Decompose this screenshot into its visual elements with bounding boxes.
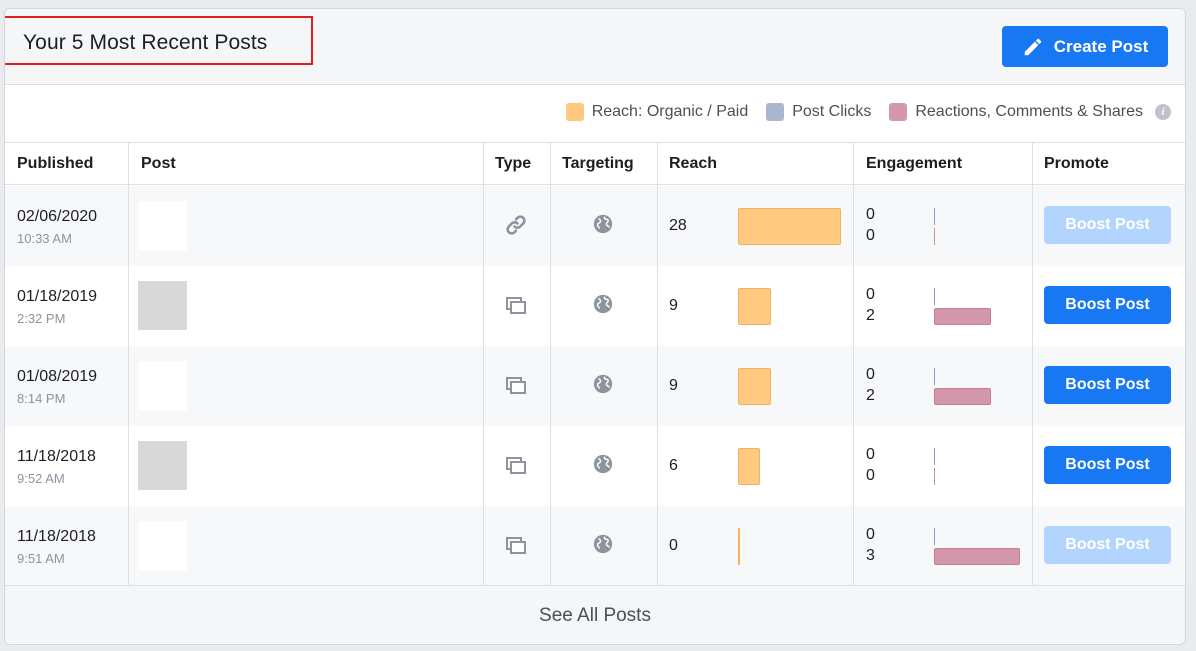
reactions-value: 2	[866, 307, 875, 324]
reach-value: 0	[669, 537, 678, 554]
column-divider	[1032, 142, 1033, 585]
title-highlight: Your 5 Most Recent Posts	[5, 16, 313, 65]
reach-bar	[738, 208, 841, 245]
reach-bar	[738, 448, 761, 485]
album-icon	[504, 293, 528, 317]
card-header: Your 5 Most Recent Posts Create Post	[5, 9, 1185, 85]
boost-post-button[interactable]: Boost Post	[1044, 206, 1171, 244]
post-date: 01/18/2019	[17, 288, 98, 305]
globe-icon	[592, 373, 614, 395]
column-divider	[128, 142, 129, 585]
reactions-bar	[934, 228, 935, 245]
post-time: 9:52 AM	[17, 471, 65, 486]
reach-bar	[738, 368, 772, 405]
table-row: 11/18/2018 9:52 AM 6 0 0 Boost Post	[5, 426, 1185, 506]
table-row: 11/18/2018 9:51 AM 0 0 3 Boost Post	[5, 506, 1185, 586]
boost-post-button[interactable]: Boost Post	[1044, 526, 1171, 564]
table-row: 02/06/2020 10:33 AM 28 0 0 Boost Post	[5, 186, 1185, 266]
reach-value: 28	[669, 217, 687, 234]
post-clicks-bar	[934, 288, 935, 305]
card-footer: See All Posts	[5, 585, 1185, 644]
reactions-bar	[934, 388, 992, 405]
column-promote: Promote	[1044, 155, 1109, 172]
post-time: 9:51 AM	[17, 551, 65, 566]
album-icon	[504, 453, 528, 477]
reactions-bar	[934, 468, 935, 485]
chart-legend: Reach: Organic / Paid Post Clicks Reacti…	[565, 103, 1171, 121]
legend-label-reactions: Reactions, Comments & Shares	[915, 103, 1143, 120]
reactions-bar	[934, 308, 992, 325]
post-thumbnail[interactable]	[138, 201, 187, 250]
column-targeting: Targeting	[562, 155, 634, 172]
table-row: 01/18/2019 2:32 PM 9 0 2 Boost Post	[5, 266, 1185, 346]
reactions-value: 2	[866, 387, 875, 404]
column-divider	[483, 142, 484, 585]
post-clicks-value: 0	[866, 446, 875, 463]
reach-value: 9	[669, 297, 678, 314]
post-date: 11/18/2018	[17, 448, 96, 465]
recent-posts-card: Your 5 Most Recent Posts Create Post Rea…	[4, 8, 1186, 645]
reactions-swatch	[889, 103, 908, 121]
globe-icon	[592, 293, 614, 315]
column-reach[interactable]: Reach	[669, 155, 717, 173]
post-clicks-bar	[934, 208, 935, 225]
legend-label-reach: Reach: Organic / Paid	[591, 103, 749, 120]
album-icon	[504, 373, 528, 397]
post-thumbnail[interactable]	[138, 361, 187, 410]
page-title: Your 5 Most Recent Posts	[23, 31, 268, 54]
reactions-value: 3	[866, 547, 875, 564]
legend-item-reach: Reach: Organic / Paid	[565, 103, 749, 121]
post-clicks-bar	[934, 528, 935, 545]
see-all-posts-link[interactable]: See All Posts	[539, 605, 651, 627]
column-divider	[657, 142, 658, 585]
pencil-icon	[1024, 38, 1042, 55]
reach-bar	[738, 528, 740, 565]
reach-swatch	[565, 103, 584, 121]
album-icon	[504, 533, 528, 557]
globe-icon	[592, 453, 614, 475]
post-date: 02/06/2020	[17, 208, 98, 225]
post-thumbnail[interactable]	[138, 521, 187, 570]
column-divider	[853, 142, 854, 585]
post-clicks-value: 0	[866, 526, 875, 543]
column-divider	[550, 142, 551, 585]
column-post: Post	[141, 155, 176, 172]
post-thumbnail[interactable]	[138, 441, 187, 490]
post-date: 01/08/2019	[17, 368, 98, 385]
post-clicks-bar	[934, 448, 935, 465]
create-post-button[interactable]: Create Post	[1002, 26, 1168, 67]
boost-post-button[interactable]: Boost Post	[1044, 366, 1171, 404]
post-clicks-value: 0	[866, 366, 875, 383]
reactions-bar	[934, 548, 1020, 565]
column-engagement[interactable]: Engagement	[866, 155, 962, 173]
link-icon	[504, 213, 528, 237]
post-clicks-value: 0	[866, 206, 875, 223]
post-clicks-value: 0	[866, 286, 875, 303]
post-time: 2:32 PM	[17, 311, 66, 326]
table-row: 01/08/2019 8:14 PM 9 0 2 Boost Post	[5, 346, 1185, 426]
post-time: 10:33 AM	[17, 231, 72, 246]
reach-bar	[738, 288, 772, 325]
legend-item-clicks: Post Clicks	[766, 103, 871, 121]
column-type: Type	[495, 155, 532, 172]
post-thumbnail[interactable]	[138, 281, 187, 330]
post-clicks-bar	[934, 368, 935, 385]
globe-icon	[592, 533, 614, 555]
boost-post-button[interactable]: Boost Post	[1044, 286, 1171, 324]
clicks-swatch	[766, 103, 785, 121]
column-published[interactable]: Published	[17, 155, 93, 173]
table-header: Published Post Type Targeting Reach Enga…	[5, 142, 1185, 185]
boost-post-button[interactable]: Boost Post	[1044, 446, 1171, 484]
reach-value: 9	[669, 377, 678, 394]
create-post-label: Create Post	[1053, 36, 1149, 56]
globe-icon	[592, 213, 614, 235]
legend-item-reactions: Reactions, Comments & Shares i	[889, 103, 1171, 121]
info-icon[interactable]: i	[1155, 104, 1171, 120]
post-time: 8:14 PM	[17, 391, 66, 406]
legend-label-clicks: Post Clicks	[792, 103, 872, 120]
reach-value: 6	[669, 457, 678, 474]
post-date: 11/18/2018	[17, 528, 96, 545]
reactions-value: 0	[866, 227, 875, 244]
reactions-value: 0	[866, 467, 875, 484]
